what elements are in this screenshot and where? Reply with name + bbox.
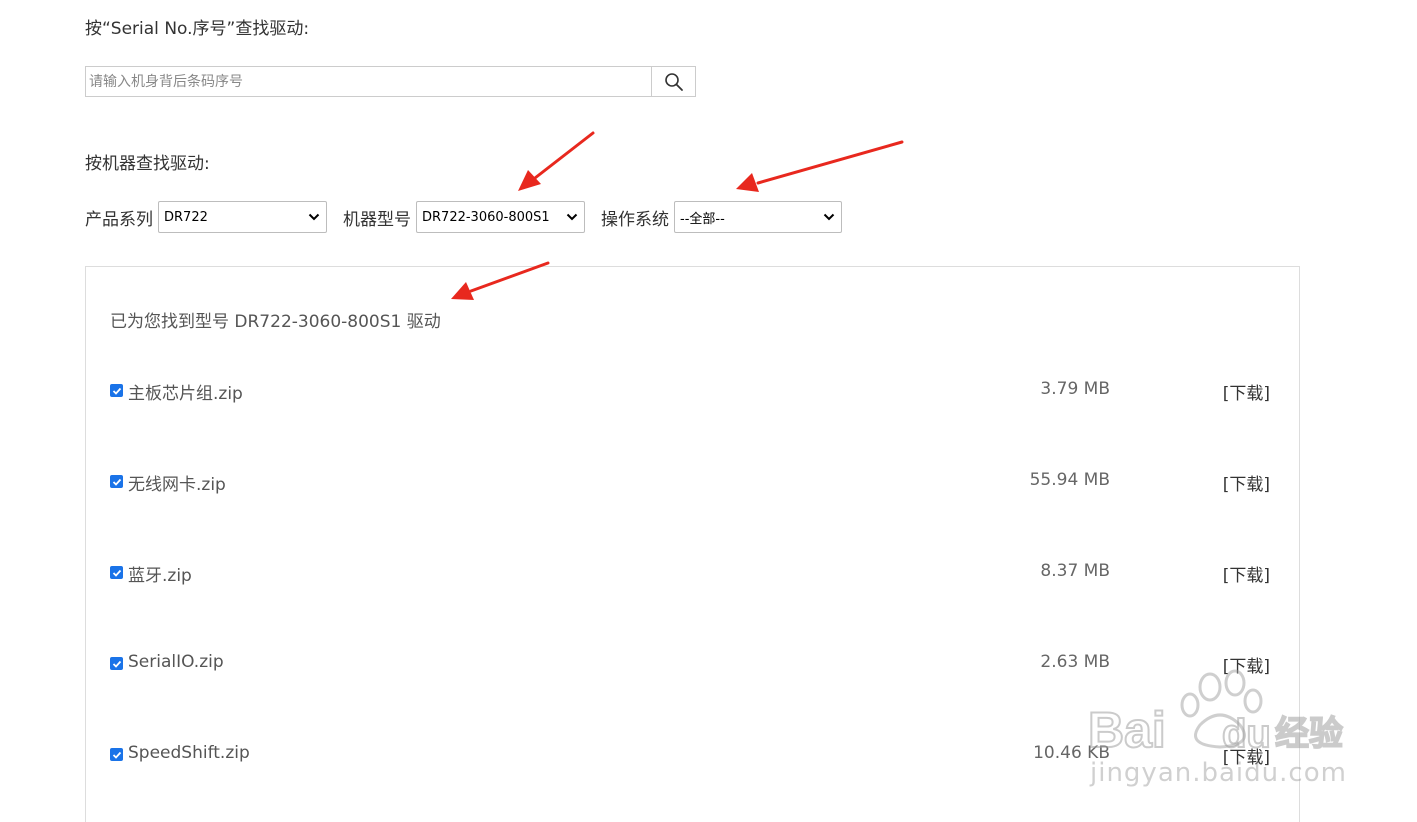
chevron-down-icon [308, 213, 320, 221]
os-select[interactable]: --全部-- [674, 201, 842, 233]
download-link[interactable]: [下载] [1223, 379, 1270, 404]
file-name: 蓝牙.zip [128, 566, 192, 586]
file-size: 8.37 MB [1040, 561, 1110, 581]
results-panel: 已为您找到型号 DR722-3060-800S1 驱动 主板芯片组.zip 3.… [85, 266, 1300, 822]
search-icon [664, 72, 683, 91]
checkmark-icon [112, 751, 121, 759]
file-checkbox[interactable] [110, 475, 123, 488]
download-link[interactable]: [下载] [1223, 652, 1270, 677]
serial-search-box [85, 66, 696, 97]
checkmark-icon [112, 660, 121, 668]
model-label: 机器型号 [343, 209, 411, 230]
os-value: --全部-- [680, 211, 725, 227]
download-link[interactable]: [下载] [1223, 470, 1270, 495]
series-select[interactable]: DR722 [158, 201, 327, 233]
checkmark-icon [112, 569, 121, 577]
series-label: 产品系列 [85, 209, 153, 230]
model-value: DR722-3060-800S1 [422, 209, 550, 225]
file-name: SerialIO.zip [128, 652, 224, 672]
file-row: 无线网卡.zip 55.94 MB [下载] [86, 467, 1299, 497]
file-checkbox[interactable] [110, 748, 123, 761]
os-label: 操作系统 [601, 209, 669, 230]
download-link[interactable]: [下载] [1223, 561, 1270, 586]
arrow-to-os-select [736, 140, 904, 192]
file-size: 2.63 MB [1040, 652, 1110, 672]
file-row: SerialIO.zip 2.63 MB [下载] [86, 649, 1299, 679]
file-checkbox[interactable] [110, 384, 123, 397]
file-checkbox[interactable] [110, 657, 123, 670]
file-name: SpeedShift.zip [128, 743, 250, 763]
series-value: DR722 [164, 209, 208, 225]
model-select[interactable]: DR722-3060-800S1 [416, 201, 585, 233]
watermark-url: jingyan.baidu.com [1090, 758, 1347, 788]
filter-bar: 产品系列 DR722 机器型号 DR722-3060-800S1 操作系统 --… [85, 201, 842, 233]
page: 按“Serial No.序号”查找驱动: 按机器查找驱动: 产品系列 DR722… [0, 0, 1417, 822]
file-size: 3.79 MB [1040, 379, 1110, 399]
model-search-heading: 按机器查找驱动: [85, 154, 210, 174]
chevron-down-icon [566, 213, 578, 221]
chevron-down-icon [823, 213, 835, 221]
serial-search-input[interactable] [86, 67, 651, 96]
file-name: 无线网卡.zip [128, 475, 226, 495]
checkmark-icon [112, 478, 121, 486]
file-row: 蓝牙.zip 8.37 MB [下载] [86, 558, 1299, 588]
results-title: 已为您找到型号 DR722-3060-800S1 驱动 [110, 312, 441, 332]
search-button[interactable] [651, 67, 695, 96]
serial-search-heading: 按“Serial No.序号”查找驱动: [85, 19, 310, 39]
file-row: 主板芯片组.zip 3.79 MB [下载] [86, 376, 1299, 406]
arrow-to-model-select [518, 131, 595, 191]
file-size: 55.94 MB [1029, 470, 1110, 490]
file-name: 主板芯片组.zip [128, 384, 243, 404]
file-checkbox[interactable] [110, 566, 123, 579]
checkmark-icon [112, 387, 121, 395]
